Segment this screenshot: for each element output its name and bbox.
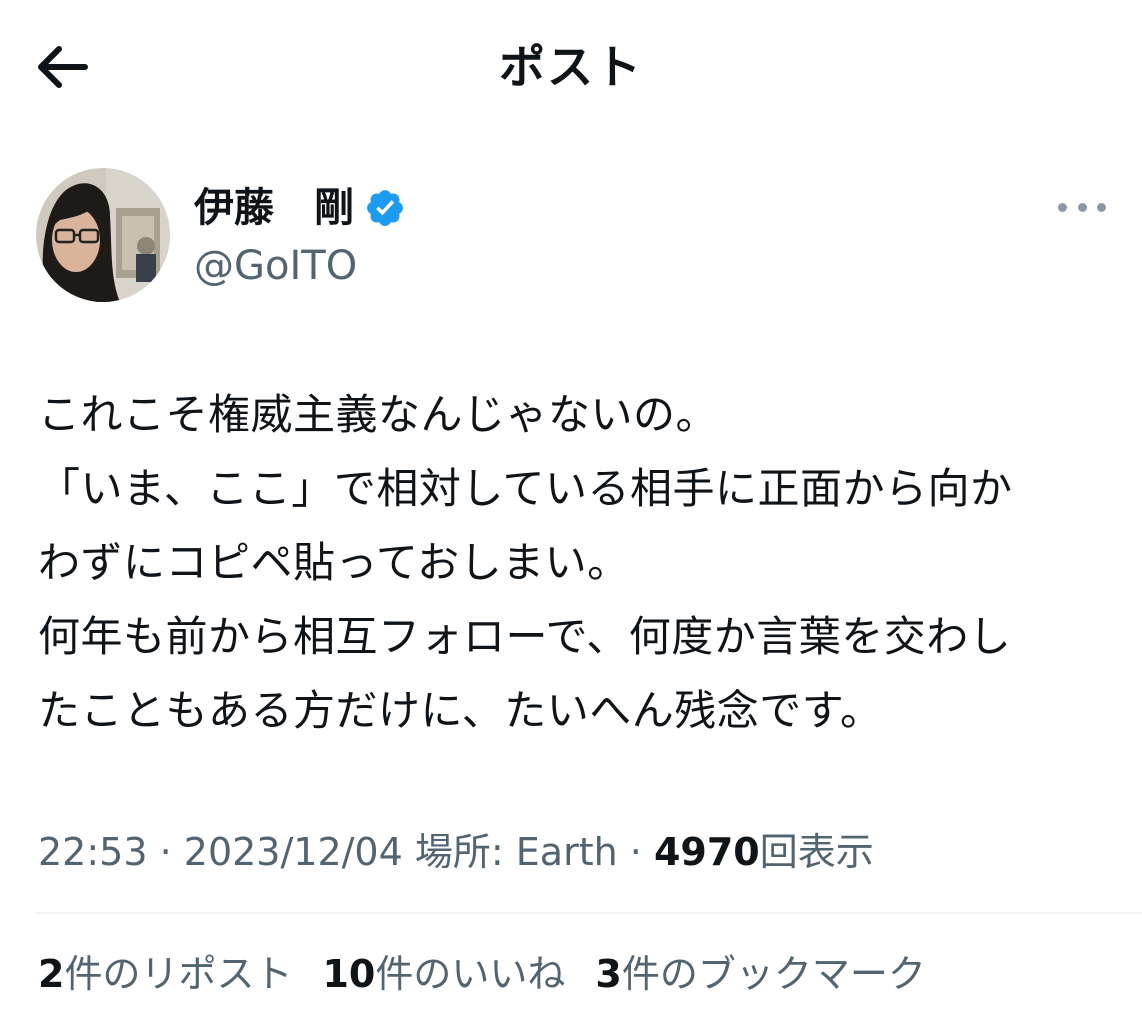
bookmarks-label: 件のブックマーク <box>621 952 926 996</box>
tweet-line: 何年も前から相互フォローで、何度か言葉を交わし <box>38 612 1012 661</box>
engagement-stats: 2件のリポスト 10件のいいね 3件のブックマーク <box>38 948 956 1000</box>
tweet-meta: 22:53 · 2023/12/04 場所: Earth · 4970回表示 <box>38 826 874 878</box>
more-dot <box>1077 202 1087 212</box>
tweet-line: たこともある方だけに、たいへん残念です。 <box>38 686 883 735</box>
verified-badge-icon <box>367 190 403 226</box>
likes-label: 件のいいね <box>375 952 566 996</box>
views-label: 回表示 <box>759 830 874 874</box>
page-title: ポスト <box>499 40 643 94</box>
top-bar: ポスト <box>0 0 1142 136</box>
tweet-time[interactable]: 22:53 <box>38 830 148 874</box>
likes-count: 10 <box>322 952 376 996</box>
avatar[interactable] <box>36 168 170 302</box>
more-dot <box>1058 202 1067 212</box>
tweet-line: これこそ権威主義なんじゃないの。 <box>38 390 719 439</box>
tweet-date[interactable]: 2023/12/04 <box>184 830 403 874</box>
avatar-image <box>36 168 170 302</box>
tweet-line: わずにコピペ貼っておしまい。 <box>38 538 630 587</box>
bookmarks-count: 3 <box>595 952 622 996</box>
tweet-line: 「いま、ここ」で相対している相手に正面から向か <box>38 464 1013 513</box>
tweet-text: これこそ権威主義なんじゃないの。 「いま、ここ」で相対している相手に正面から向か… <box>38 378 1138 748</box>
reposts-label: 件のリポスト <box>64 952 293 996</box>
likes-stat[interactable]: 10件のいいね <box>322 948 565 1000</box>
more-dot <box>1097 202 1106 212</box>
display-name[interactable]: 伊藤 剛 <box>194 180 354 236</box>
more-button[interactable] <box>1058 192 1106 222</box>
author-block: 伊藤 剛 @GoITO <box>36 168 1106 304</box>
divider <box>36 912 1142 914</box>
tweet-location: 場所: Earth <box>414 830 618 874</box>
display-name-row[interactable]: 伊藤 剛 <box>194 180 406 236</box>
bookmarks-stat[interactable]: 3件のブックマーク <box>595 948 925 1000</box>
meta-separator: · <box>147 830 184 874</box>
reposts-stat[interactable]: 2件のリポスト <box>38 948 292 1000</box>
meta-separator: · <box>617 830 654 874</box>
author-handle[interactable]: @GoITO <box>194 240 357 292</box>
reposts-count: 2 <box>38 952 65 996</box>
views-count: 4970 <box>653 830 760 874</box>
